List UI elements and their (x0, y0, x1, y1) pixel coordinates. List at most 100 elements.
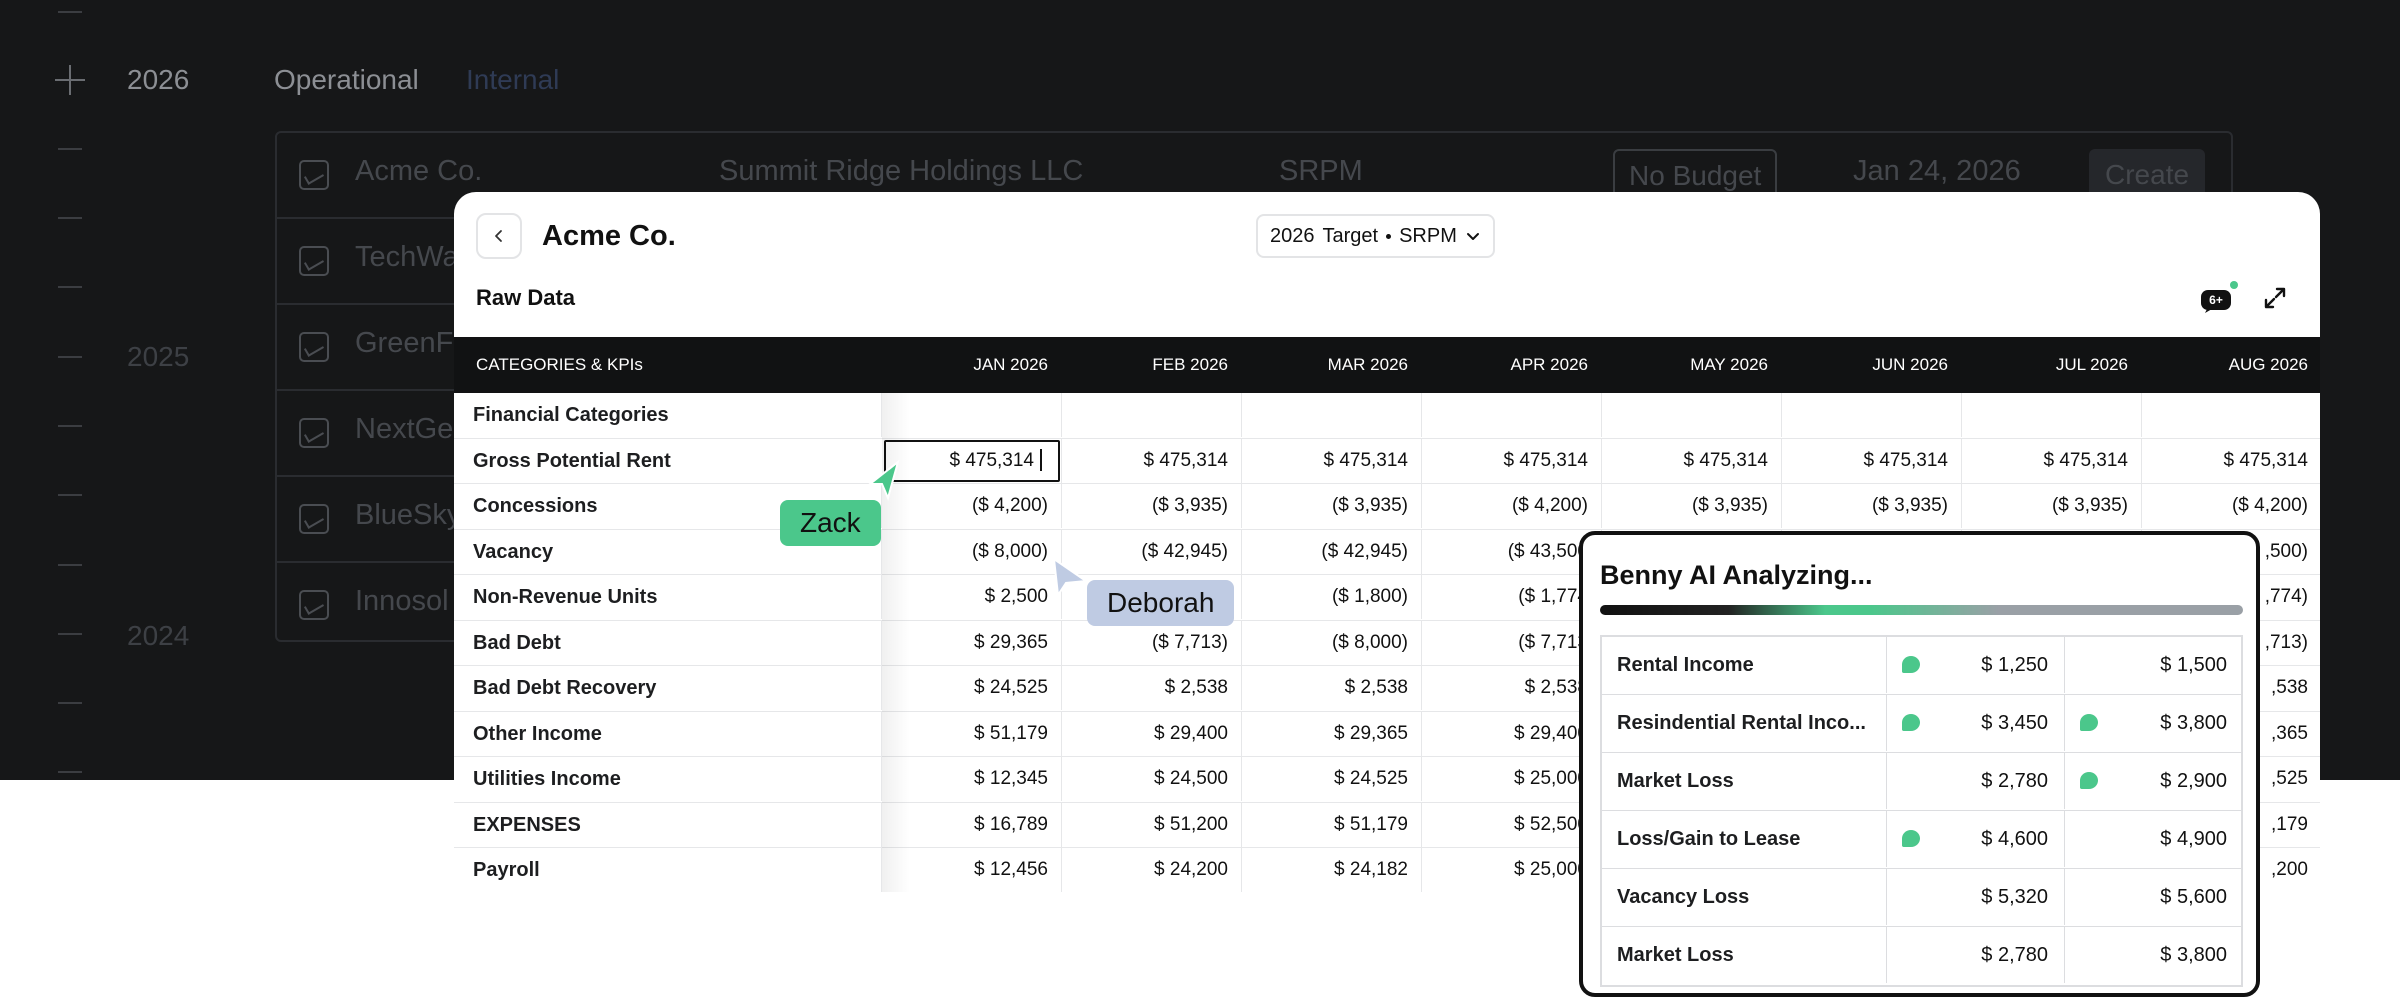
timeline-tick (58, 633, 82, 635)
budget-selector[interactable]: 2026 Target SRPM (1256, 214, 1495, 258)
ai-value-cell[interactable]: $ 5,600 (2064, 869, 2243, 925)
chevron-left-icon (495, 230, 502, 242)
ai-value-cell[interactable]: $ 2,780 (1886, 753, 2064, 809)
tab-operational[interactable]: Operational (274, 64, 419, 96)
header-month: JUL 2026 (2055, 355, 2128, 374)
table-cell[interactable] (2141, 393, 2320, 437)
table-cell[interactable]: ($ 3,935) (1061, 484, 1241, 528)
year-2025[interactable]: 2025 (127, 341, 189, 373)
table-cell[interactable]: ($ 4,200) (881, 484, 1061, 528)
table-cell[interactable]: ($ 4,200) (1421, 484, 1601, 528)
ai-result-row: Loss/Gain to Lease $ 4,600 $ 4,900 (1602, 811, 2241, 869)
comment-icon[interactable] (2080, 714, 2098, 731)
table-cell[interactable]: $ 2,538 (1241, 666, 1421, 710)
ai-result-row: Market Loss $ 2,780 $ 2,900 (1602, 753, 2241, 811)
ai-value-cell[interactable]: $ 2,900 (2064, 753, 2243, 809)
ai-value-cell[interactable]: $ 4,900 (2064, 811, 2243, 867)
table-cell[interactable]: $ 24,182 (1241, 848, 1421, 892)
table-cell[interactable]: $ 12,456 (881, 848, 1061, 892)
ai-value-cell[interactable]: $ 4,600 (1886, 811, 2064, 867)
ai-value-cell[interactable]: $ 3,800 (2064, 927, 2243, 983)
ai-value-cell[interactable]: $ 3,450 (1886, 695, 2064, 751)
table-cell[interactable]: $ 51,179 (881, 711, 1061, 756)
header-month: FEB 2026 (1152, 355, 1228, 374)
expand-icon[interactable] (2263, 286, 2287, 310)
comment-icon[interactable] (2080, 772, 2098, 789)
table-cell[interactable]: $ 25,000 (1421, 757, 1601, 801)
tab-internal[interactable]: Internal (466, 64, 559, 96)
table-cell[interactable]: ($ 1,774 (1421, 575, 1601, 619)
chart-icon (299, 160, 329, 190)
table-cell[interactable]: $ 2,500 (881, 575, 1061, 619)
table-cell[interactable]: ($ 43,500 (1421, 529, 1601, 574)
table-cell[interactable] (1961, 393, 2141, 437)
table-cell[interactable]: ($ 3,935) (1601, 484, 1781, 528)
ai-value-cell[interactable]: $ 1,250 (1886, 637, 2064, 693)
table-cell[interactable]: $ 24,525 (1241, 757, 1421, 801)
table-cell[interactable]: $ 24,525 (881, 666, 1061, 710)
table-cell[interactable] (1421, 393, 1601, 437)
table-cell[interactable]: $ 475,314 (1961, 438, 2141, 483)
table-cell[interactable] (1601, 393, 1781, 437)
year-2024[interactable]: 2024 (127, 620, 189, 652)
selector-year: 2026 (1270, 224, 1315, 247)
table-cell[interactable]: ($ 1,800) (1241, 575, 1421, 619)
table-cell[interactable]: $ 475,314 (2141, 438, 2320, 483)
table-cell[interactable]: ($ 3,935) (1781, 484, 1961, 528)
table-cell[interactable]: $ 29,400 (1421, 711, 1601, 756)
timeline-tick (58, 702, 82, 704)
table-cell[interactable]: $ 475,314 (1061, 438, 1241, 483)
back-button[interactable] (476, 213, 522, 259)
table-cell[interactable]: $ 24,200 (1061, 848, 1241, 892)
ai-value: $ 1,500 (2160, 654, 2227, 676)
ai-row-label: Market Loss (1617, 770, 1734, 792)
ai-value: $ 5,600 (2160, 886, 2227, 908)
ai-value-cell[interactable]: $ 2,780 (1886, 927, 2064, 983)
table-cell[interactable]: $ 12,345 (881, 757, 1061, 801)
table-cell[interactable]: $ 51,200 (1061, 802, 1241, 847)
selector-entity: SRPM (1399, 224, 1457, 247)
ai-value-cell[interactable]: $ 1,500 (2064, 637, 2243, 693)
table-cell[interactable] (1061, 393, 1241, 437)
ai-value-cell[interactable]: $ 5,320 (1886, 869, 2064, 925)
ai-value-cell[interactable]: $ 3,800 (2064, 695, 2243, 751)
table-cell[interactable]: $ 52,500 (1421, 802, 1601, 847)
table-cell[interactable]: ($ 7,713 (1421, 620, 1601, 665)
table-cell[interactable]: $ 475,314 (1781, 438, 1961, 483)
header-month: MAR 2026 (1327, 355, 1408, 374)
table-cell[interactable]: ($ 4,200) (2141, 484, 2320, 528)
plus-icon[interactable] (55, 65, 85, 95)
year-2026[interactable]: 2026 (127, 64, 189, 96)
table-cell[interactable]: $ 25,000 (1421, 848, 1601, 892)
table-cell[interactable]: ($ 8,000) (1241, 620, 1421, 665)
table-cell[interactable]: $ 29,365 (881, 620, 1061, 665)
table-cell[interactable]: $ 2,538 (1061, 666, 1241, 710)
timeline-tick (58, 217, 82, 219)
table-cell[interactable]: ($ 3,935) (1961, 484, 2141, 528)
table-cell[interactable]: $ 24,500 (1061, 757, 1241, 801)
table-cell[interactable]: ($ 3,935) (1241, 484, 1421, 528)
table-cell[interactable]: $ 2,538 (1421, 666, 1601, 710)
separator-dot (1386, 233, 1392, 239)
table-cell[interactable]: $ 475,314 (1421, 438, 1601, 483)
table-cell[interactable] (1781, 393, 1961, 437)
table-cell[interactable]: $ 475,314 (1241, 438, 1421, 483)
chat-icon[interactable]: 6+ (2199, 280, 2239, 314)
table-cell[interactable]: $ 29,400 (1061, 711, 1241, 756)
table-cell[interactable]: ($ 8,000) (881, 529, 1061, 574)
table-cell-selected[interactable]: $ 475,314 (884, 439, 1060, 482)
comment-icon[interactable] (1902, 830, 1920, 847)
table-cell[interactable]: $ 16,789 (881, 802, 1061, 847)
collaborator-cursor-deborah: Deborah (1087, 580, 1235, 626)
table-cell[interactable] (1241, 393, 1421, 437)
table-cell[interactable]: $ 51,179 (1241, 802, 1421, 847)
comment-icon[interactable] (1902, 656, 1920, 673)
table-cell[interactable] (881, 393, 1061, 437)
table-cell[interactable]: $ 475,314 (1601, 438, 1781, 483)
table-cell[interactable]: ($ 42,945) (1241, 529, 1421, 574)
property-code: SRPM (1279, 155, 1363, 187)
table-cell[interactable]: ($ 7,713) (1061, 620, 1241, 665)
table-cell[interactable]: $ 29,365 (1241, 711, 1421, 756)
ai-results-table: Rental Income $ 1,250 $ 1,500 Resindential … (1600, 635, 2243, 987)
comment-icon[interactable] (1902, 714, 1920, 731)
